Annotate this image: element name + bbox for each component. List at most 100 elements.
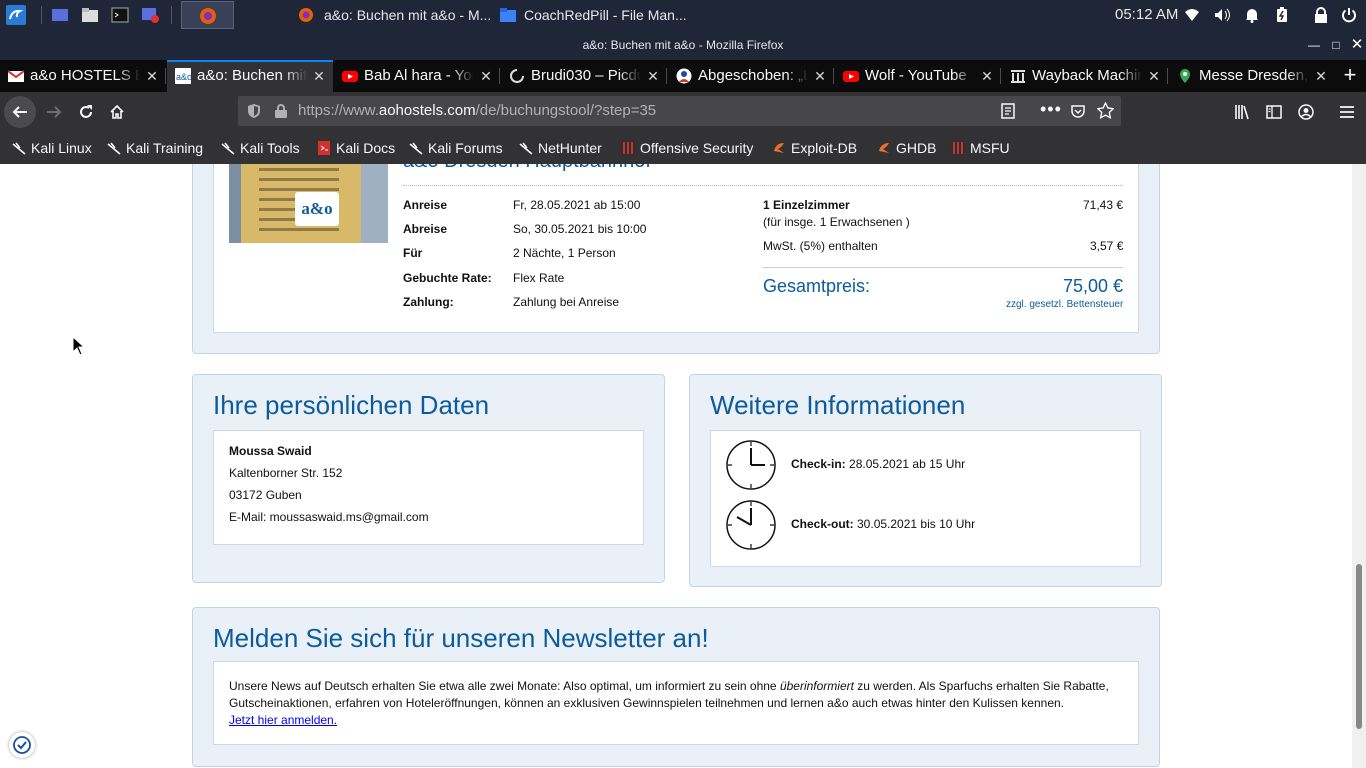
terminal-icon[interactable] (111, 6, 129, 24)
home-button[interactable] (103, 98, 131, 126)
tab-close-icon[interactable]: ✕ (144, 60, 160, 92)
svg-text:a&o: a&o (176, 72, 191, 82)
tab-separator (499, 68, 500, 84)
volume-icon[interactable] (1214, 7, 1230, 23)
account-icon[interactable] (1298, 104, 1314, 120)
tab-label: a&o HOSTELS Berlin (30, 67, 140, 84)
library-icon[interactable] (1234, 104, 1250, 120)
customer-email: E-Mail: moussaswaid.ms@gmail.com (229, 510, 429, 524)
file-manager-icon[interactable] (81, 6, 99, 24)
room-occupancy: (für insge. 1 Erwachsenen ) (763, 215, 910, 229)
page-scrollbar[interactable] (1352, 164, 1366, 768)
checkout-label: Check-out: (791, 517, 854, 531)
ao-logo: a&o (295, 192, 339, 226)
bookmark-nethunter[interactable]: NetHunter (519, 132, 602, 164)
personal-data-box: Moussa Swaid Kaltenborner Str. 152 03172… (213, 430, 644, 545)
bookmark-exploit-db[interactable]: Exploit-DB (772, 132, 857, 164)
battery-icon[interactable] (1274, 7, 1290, 23)
newsletter-text-part: Unsere News auf Deutsch erhalten Sie etw… (229, 679, 780, 693)
window-titlebar[interactable]: a&o: Buchen mit a&o - Mozilla Firefox — … (0, 30, 1366, 60)
bookmark-star-icon[interactable] (1097, 102, 1114, 119)
taskbar-task-label: CoachRedPill - File Man... (524, 7, 687, 23)
checkin-label: Check-in: (791, 457, 846, 471)
kali-docs-icon (318, 141, 330, 155)
kali-menu-icon[interactable] (6, 5, 26, 25)
url-bar[interactable]: https://www.aohostels.com/de/buchungstoo… (238, 96, 1121, 126)
url-text[interactable]: https://www.aohostels.com/de/buchungstoo… (298, 96, 656, 126)
bookmark-kali-linux[interactable]: Kali Linux (12, 132, 92, 164)
tab-wayback-machine[interactable]: Wayback Machine ✕ (1002, 60, 1168, 92)
tab-abgeschoben[interactable]: Abgeschoben: „Lange ✕ (668, 60, 834, 92)
hamburger-menu-icon[interactable] (1339, 104, 1355, 120)
payment-label: Zahlung: (403, 295, 454, 309)
notification-bell-icon[interactable] (1244, 7, 1260, 23)
reload-button[interactable] (72, 98, 100, 126)
tab-bab-al-hara[interactable]: Bab Al hara - YouTube ✕ (334, 60, 500, 92)
clock[interactable]: 05:12 AM (1115, 0, 1178, 30)
taskbar-task-firefox[interactable]: a&o: Buchen mit a&o - M... (298, 0, 498, 30)
sidebar-icon[interactable] (1266, 104, 1282, 120)
forward-button[interactable] (40, 98, 68, 126)
page-actions-menu-icon[interactable]: ••• (1040, 94, 1062, 124)
tab-close-icon[interactable]: ✕ (1146, 60, 1162, 92)
tab-close-icon[interactable]: ✕ (812, 60, 828, 92)
back-button[interactable] (4, 96, 36, 128)
bookmark-kali-tools[interactable]: Kali Tools (221, 132, 300, 164)
padlock-icon[interactable] (275, 104, 287, 118)
checkin-info: Check-in: 28.05.2021 ab 15 Uhr (791, 457, 965, 471)
firefox-launcher[interactable] (181, 1, 234, 29)
pocket-icon[interactable] (1070, 103, 1086, 119)
url-domain: aohostels.com (378, 102, 476, 119)
youtube-favicon-icon (342, 71, 358, 82)
back-arrow-icon (12, 106, 27, 118)
bookmark-ghdb[interactable]: GHDB (877, 132, 936, 164)
tab-label: Brudi030 – Picdump (531, 67, 641, 84)
reader-view-icon[interactable] (1000, 103, 1016, 119)
bookmark-kali-docs[interactable]: Kali Docs (317, 132, 395, 164)
tab-close-icon[interactable]: ✕ (979, 60, 995, 92)
privacy-badge[interactable] (9, 732, 35, 758)
wifi-icon[interactable] (1184, 7, 1200, 23)
new-tab-button[interactable]: + (1338, 60, 1362, 92)
total-label: Gesamtpreis: (763, 276, 871, 296)
newsletter-text: Unsere News auf Deutsch erhalten Sie etw… (229, 678, 1124, 729)
tab-wolf-youtube[interactable]: Wolf - YouTube ✕ (835, 60, 1001, 92)
web-page-content: a&o a&o Dresden Hauptbahnhof Anreise Fr,… (0, 164, 1352, 768)
bed-tax-note[interactable]: zzgl. gesetzl. Bettensteuer (1006, 299, 1123, 310)
hotel-photo: a&o (229, 164, 388, 243)
offensive-security-icon (621, 141, 635, 155)
bookmark-kali-training[interactable]: Kali Training (107, 132, 203, 164)
taskbar-task-file-manager[interactable]: CoachRedPill - File Man... (500, 0, 695, 30)
tab-strip: a&o HOSTELS Berlin ✕ a&o a&o: Buchen mit… (0, 60, 1366, 92)
divider (403, 185, 1123, 186)
tab-messe-dresden[interactable]: Messe Dresden, Dresden ✕ (1169, 60, 1335, 92)
tab-close-icon[interactable]: ✕ (645, 60, 661, 92)
tab-buchen-active[interactable]: a&o a&o: Buchen mit a&o ✕ (167, 60, 333, 92)
bookmark-offensive-security[interactable]: Offensive Security (621, 132, 753, 164)
personal-data-heading: Ihre persönlichen Daten (213, 390, 490, 420)
bookmark-msfu[interactable]: MSFU (951, 132, 1010, 164)
tab-close-icon[interactable]: ✕ (311, 62, 327, 92)
kali-dragon-icon (221, 142, 235, 155)
close-window-icon[interactable]: ✕ (1347, 30, 1366, 60)
lock-screen-icon[interactable] (1313, 7, 1329, 23)
taskbar-separator (41, 6, 42, 24)
bookmark-label: Offensive Security (640, 140, 754, 156)
power-icon[interactable] (1341, 7, 1357, 23)
scrollbar-thumb[interactable] (1356, 564, 1362, 729)
tab-close-icon[interactable]: ✕ (1313, 60, 1329, 92)
further-info-heading: Weitere Informationen (710, 390, 966, 420)
tab-brudi030[interactable]: Brudi030 – Picdump ✕ (501, 60, 667, 92)
bookmark-kali-forums[interactable]: Kali Forums (409, 132, 503, 164)
show-desktop-icon[interactable] (51, 6, 69, 24)
checkmark-shield-icon (13, 736, 31, 754)
tab-close-icon[interactable]: ✕ (478, 60, 494, 92)
newsletter-signup-link[interactable]: Jetzt hier anmelden. (229, 713, 337, 727)
tracking-protection-shield-icon[interactable] (246, 103, 262, 119)
tab-ao-hostels[interactable]: a&o HOSTELS Berlin ✕ (0, 60, 166, 92)
maximize-icon[interactable]: □ (1326, 30, 1346, 60)
taskbar-separator (171, 6, 172, 24)
hotel-name[interactable]: a&o Dresden Hauptbahnhof (403, 164, 651, 173)
screen-recorder-icon[interactable] (141, 6, 159, 24)
minimize-icon[interactable]: — (1304, 30, 1324, 60)
